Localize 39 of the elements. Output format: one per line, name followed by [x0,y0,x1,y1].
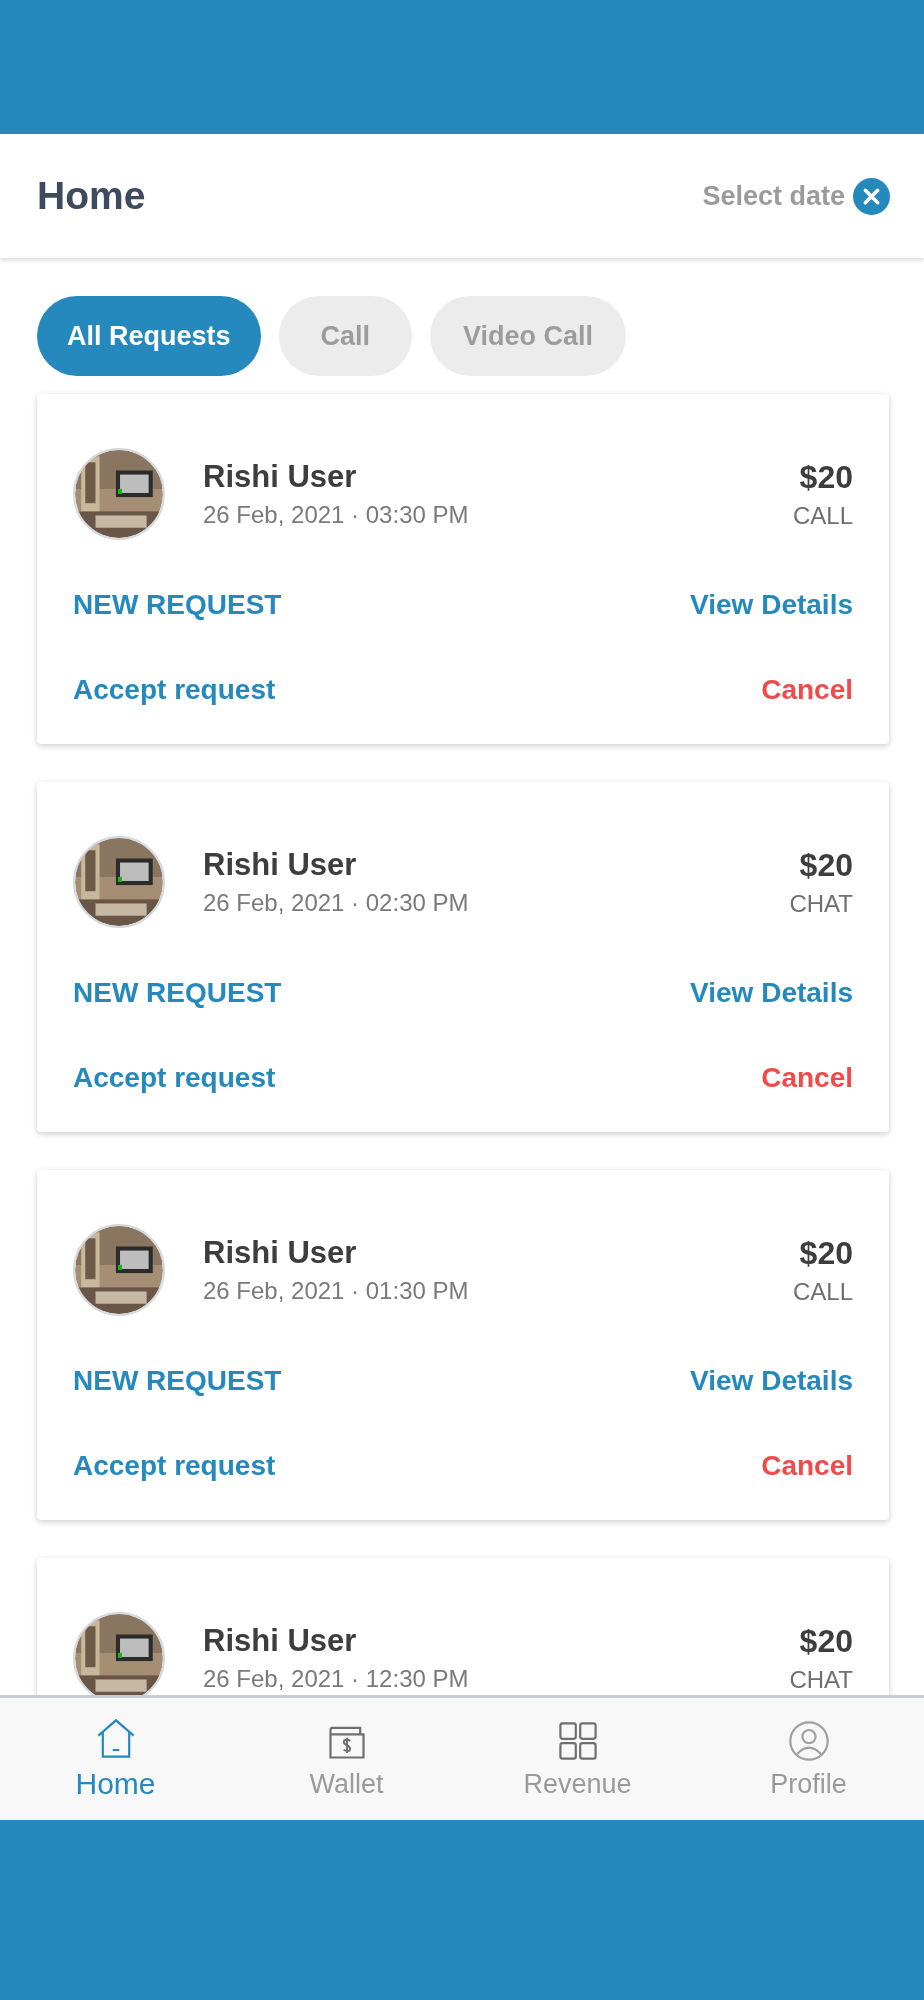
request-type: CALL [792,1277,853,1306]
request-type: CHAT [789,889,853,918]
select-date-link[interactable]: Select date [702,180,845,212]
filter-tab[interactable]: Call [278,296,413,376]
user-name: Rishi User [203,847,358,883]
nav-tab[interactable]: Wallet [231,1698,462,1820]
cancel-link[interactable]: Cancel [761,673,853,706]
filter-tab[interactable]: All Requests [37,296,261,376]
profile-icon [786,1718,831,1763]
price-label: $20 [799,1234,853,1272]
cancel-link[interactable]: Cancel [761,1449,853,1482]
nav-tab[interactable]: Profile [693,1698,924,1820]
nav-tab[interactable]: Home [0,1698,231,1820]
page-title: Home [37,174,146,218]
view-details-link[interactable]: View Details [690,976,853,1009]
request-date: 26 Feb, 2021 · 01:30 PM [203,1277,470,1305]
request-status: NEW REQUEST [73,588,282,621]
nav-tab[interactable]: Revenue [462,1698,693,1820]
view-details-link[interactable]: View Details [690,588,853,621]
request-type: CHAT [789,1665,853,1694]
user-name: Rishi User [203,1623,358,1659]
request-status: NEW REQUEST [73,1364,282,1397]
request-date: 26 Feb, 2021 · 12:30 PM [203,1665,470,1693]
cancel-link[interactable]: Cancel [761,1061,853,1094]
close-icon[interactable] [853,177,890,215]
filter-tab[interactable]: Video Call [430,296,627,376]
price-label: $20 [799,1622,853,1660]
accept-request-link[interactable]: Accept request [73,1061,276,1094]
accept-request-link[interactable]: Accept request [73,1449,276,1482]
user-name: Rishi User [203,1235,358,1271]
view-details-link[interactable]: View Details [690,1364,853,1397]
user-name: Rishi User [203,459,358,495]
request-type: CALL [792,501,853,530]
price-label: $20 [799,458,853,496]
request-date: 26 Feb, 2021 · 02:30 PM [203,889,470,917]
price-label: $20 [799,846,853,884]
request-status: NEW REQUEST [73,976,282,1009]
request-date: 26 Feb, 2021 · 03:30 PM [203,501,470,529]
accept-request-link[interactable]: Accept request [73,673,276,706]
